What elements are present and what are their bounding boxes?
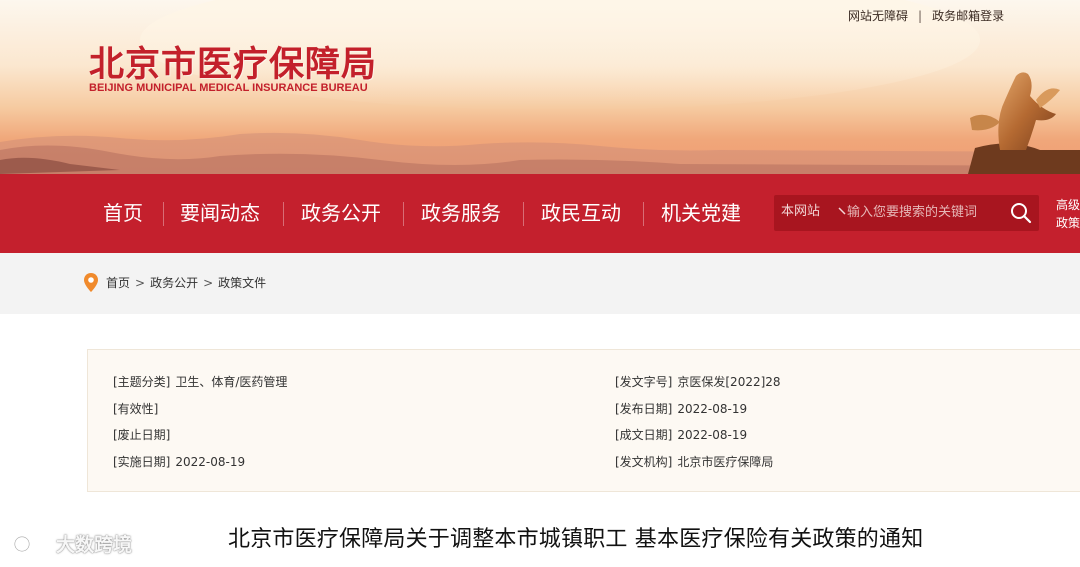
meta-effective-date: [实施日期] 2022-08-19 xyxy=(113,453,245,470)
search-icon xyxy=(1011,203,1032,224)
top-utility-links: 网站无障碍 | 政务邮箱登录 xyxy=(848,7,1004,24)
nav-item-interaction[interactable]: 政民互动 xyxy=(541,174,621,253)
meta-publish-date-key: [发布日期] xyxy=(615,402,673,416)
search-scope-select[interactable]: 本网站 xyxy=(781,195,820,229)
header-banner: 网站无障碍 | 政务邮箱登录 北京市医疗保障局 BEIJING MUNICIPA… xyxy=(0,0,1080,174)
search-box: 本网站 xyxy=(774,195,1039,231)
meta-validity-key: [有效性] xyxy=(113,402,159,416)
meta-topic-key: [主题分类] xyxy=(113,375,171,389)
nav-divider xyxy=(163,202,164,226)
nav-divider xyxy=(523,202,524,226)
nav-item-gov-affairs-public[interactable]: 政务公开 xyxy=(301,174,381,253)
meta-repeal-date: [废止日期] xyxy=(113,426,175,443)
watermark-logo-icon xyxy=(8,535,52,554)
accessibility-link[interactable]: 网站无障碍 xyxy=(848,7,908,24)
search-button[interactable] xyxy=(1009,201,1033,225)
meta-publish-date-value: 2022-08-19 xyxy=(677,402,748,416)
meta-issuing-agency-key: [发文机构] xyxy=(615,455,673,469)
meta-written-date-key: [成文日期] xyxy=(615,428,673,442)
watermark-text: 大数跨境 xyxy=(56,534,133,556)
site-logo-title[interactable]: 北京市医疗保障局 xyxy=(89,36,377,87)
advanced-search-line2: 政策 xyxy=(1056,216,1080,230)
meta-written-date: [成文日期] 2022-08-19 xyxy=(615,426,747,443)
location-pin-icon xyxy=(84,273,98,292)
meta-doc-number: [发文字号] 京医保发[2022]28 xyxy=(615,373,781,390)
breadcrumb-separator: > xyxy=(135,275,146,290)
watermark: 大数跨境 xyxy=(6,530,132,557)
breadcrumb: 首页 > 政务公开 > 政策文件 xyxy=(84,273,266,292)
breadcrumb-policy-documents[interactable]: 政策文件 xyxy=(218,274,266,291)
nav-divider xyxy=(283,202,284,226)
nav-divider xyxy=(643,202,644,226)
meta-written-date-value: 2022-08-19 xyxy=(677,428,748,442)
nav-item-gov-services[interactable]: 政务服务 xyxy=(421,174,501,253)
nav-divider xyxy=(403,202,404,226)
advanced-search-link[interactable]: 高级 政策 xyxy=(1056,196,1080,232)
breadcrumb-separator: > xyxy=(203,275,214,290)
document-metadata-box xyxy=(87,349,1080,492)
site-logo-subtitle: BEIJING MUNICIPAL MEDICAL INSURANCE BURE… xyxy=(89,82,368,94)
meta-publish-date: [发布日期] 2022-08-19 xyxy=(615,400,747,417)
meta-doc-number-value: 京医保发[2022]28 xyxy=(677,375,781,389)
scope-dropdown-icon[interactable] xyxy=(838,207,846,215)
gov-email-login-link[interactable]: 政务邮箱登录 xyxy=(932,7,1004,24)
nav-item-party-building[interactable]: 机关党建 xyxy=(661,174,741,253)
meta-validity: [有效性] xyxy=(113,400,163,417)
meta-effective-date-key: [实施日期] xyxy=(113,455,171,469)
search-input[interactable] xyxy=(847,199,1007,225)
breadcrumb-home[interactable]: 首页 xyxy=(106,274,130,291)
meta-topic: [主题分类] 卫生、体育/医药管理 xyxy=(113,373,287,390)
breadcrumb-gov-affairs-public[interactable]: 政务公开 xyxy=(150,274,198,291)
nav-item-home[interactable]: 首页 xyxy=(103,174,143,253)
advanced-search-line1: 高级 xyxy=(1056,198,1080,212)
meta-effective-date-value: 2022-08-19 xyxy=(175,455,246,469)
meta-topic-value: 卫生、体育/医药管理 xyxy=(175,375,288,389)
top-links-separator: | xyxy=(918,8,923,23)
meta-issuing-agency: [发文机构] 北京市医疗保障局 xyxy=(615,453,773,470)
nav-item-news[interactable]: 要闻动态 xyxy=(180,174,260,253)
meta-repeal-date-key: [废止日期] xyxy=(113,428,171,442)
document-title: 北京市医疗保障局关于调整本市城镇职工 基本医疗保险有关政策的通知 xyxy=(228,527,924,552)
meta-issuing-agency-value: 北京市医疗保障局 xyxy=(677,455,774,469)
meta-doc-number-key: [发文字号] xyxy=(615,375,673,389)
